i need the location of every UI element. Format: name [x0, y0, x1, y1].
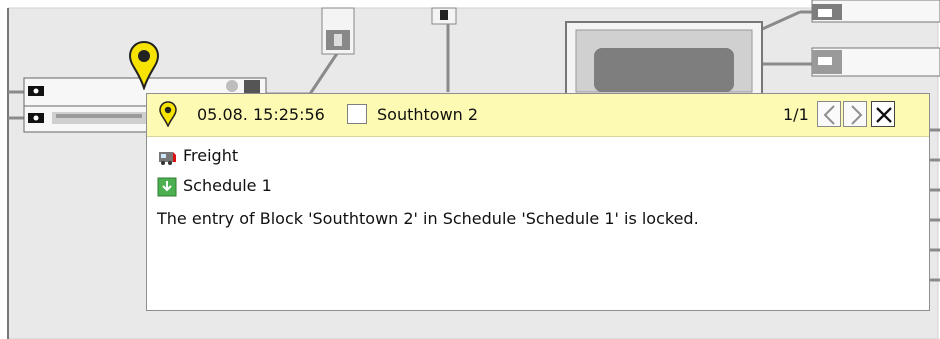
info-popup[interactable]: 05.08. 15:25:56 Southtown 2 1/1 Freight … — [146, 93, 930, 311]
next-button[interactable] — [843, 101, 867, 127]
train-icon — [159, 151, 176, 165]
block-checkbox[interactable] — [347, 104, 367, 124]
layout-canvas[interactable]: 05.08. 15:25:56 Southtown 2 1/1 Freight … — [0, 0, 940, 339]
message-text: The entry of Block 'Southtown 2' in Sche… — [157, 209, 699, 228]
arrow-down-icon — [157, 177, 177, 196]
map-pin-icon — [159, 101, 177, 127]
block-name: Southtown 2 — [377, 105, 479, 124]
close-button[interactable] — [871, 101, 895, 127]
schedule-row: Schedule 1 — [157, 176, 272, 197]
chevron-left-icon — [823, 105, 835, 125]
message-counter: 1/1 — [783, 105, 809, 124]
schedule-name: Schedule 1 — [183, 176, 272, 195]
train-row: Freight — [157, 146, 238, 167]
timestamp: 05.08. 15:25:56 — [197, 105, 325, 124]
train-name: Freight — [183, 146, 239, 165]
previous-button[interactable] — [817, 101, 841, 127]
close-icon — [876, 107, 892, 123]
station-block[interactable] — [565, 21, 763, 95]
map-pin-icon[interactable] — [128, 40, 160, 90]
popup-header: 05.08. 15:25:56 Southtown 2 1/1 — [147, 94, 929, 137]
chevron-right-icon — [851, 105, 863, 125]
